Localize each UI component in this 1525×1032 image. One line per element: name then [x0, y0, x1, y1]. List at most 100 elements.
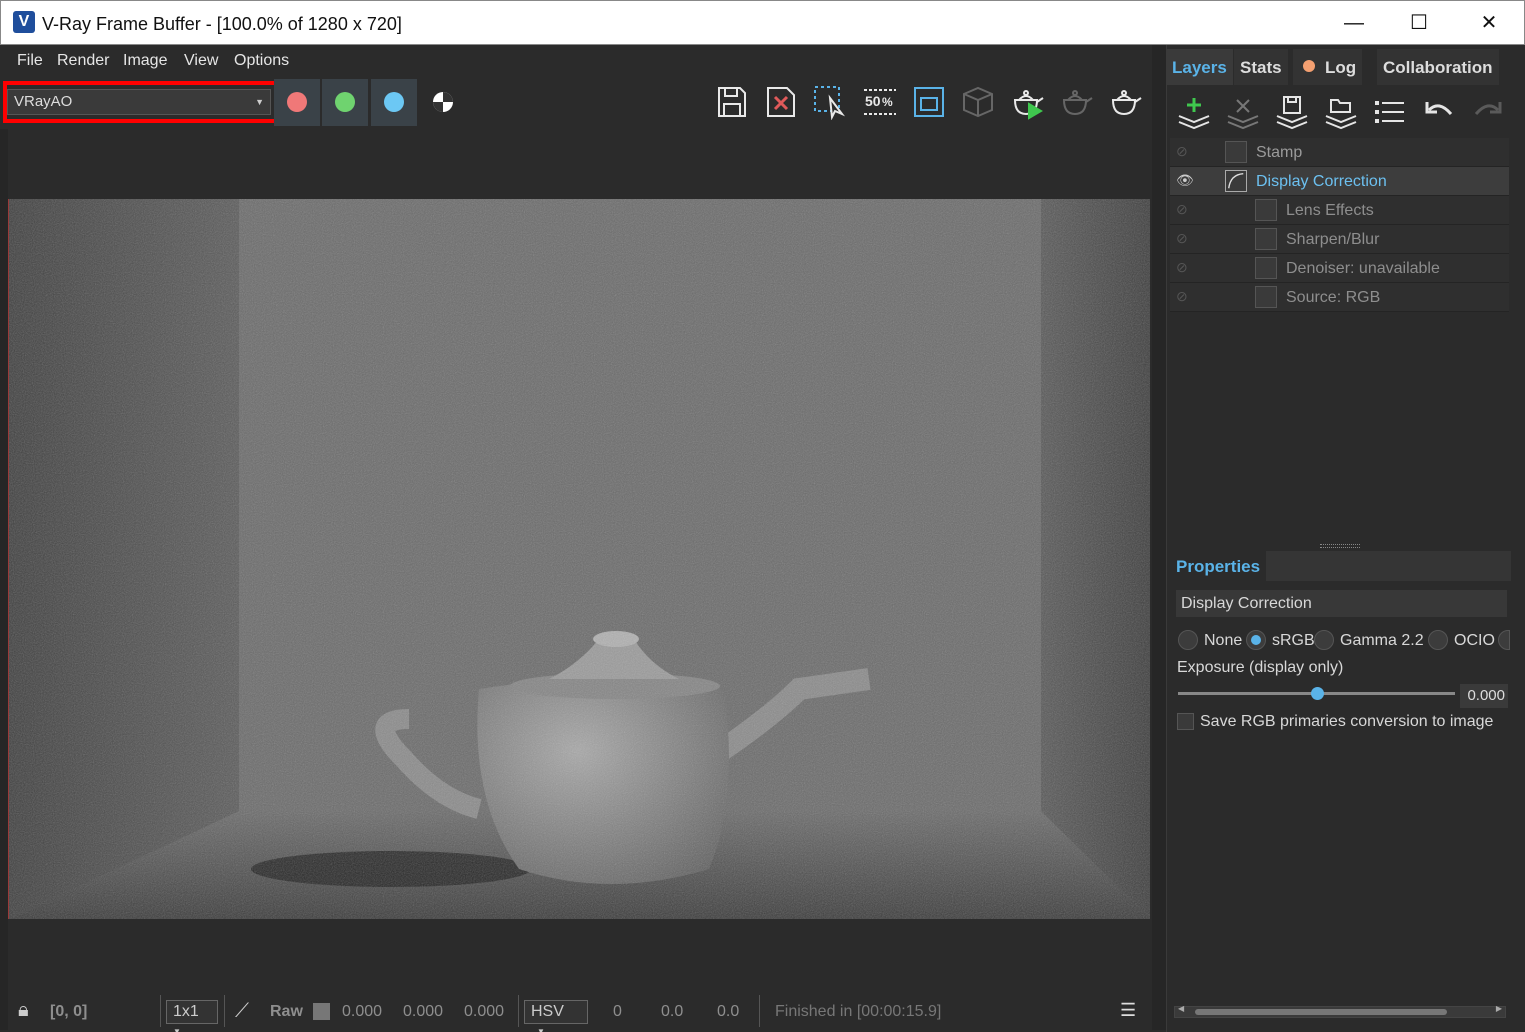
lock-icon[interactable]: 🔒︎: [18, 999, 29, 1022]
log-status-icon: [1303, 60, 1315, 72]
scroll-left-icon[interactable]: ◀: [1178, 1004, 1184, 1013]
resize-grip[interactable]: [1320, 544, 1360, 548]
sample-size-dropdown[interactable]: 1x1 ▼: [166, 1000, 218, 1032]
status-separator: [759, 995, 760, 1027]
render-icon: [1111, 90, 1142, 116]
render-channel-dropdown[interactable]: VRayAO ▼: [7, 89, 271, 115]
color-mode-dropdown[interactable]: HSV ▼: [524, 1000, 588, 1032]
eye-icon[interactable]: 👁︎: [1176, 172, 1196, 190]
status-separator: [518, 995, 519, 1027]
tab-layers[interactable]: Layers: [1166, 49, 1233, 85]
undo-icon: [1425, 102, 1453, 116]
render-interactive-button[interactable]: [1009, 84, 1045, 120]
layer-list-button[interactable]: [1372, 94, 1408, 130]
color-swatch: [313, 1003, 330, 1020]
zoom-50-button[interactable]: 50%: [862, 84, 898, 120]
hidden-eye-icon[interactable]: ⊘: [1176, 201, 1196, 219]
hidden-eye-icon[interactable]: ⊘: [1176, 230, 1196, 248]
fit-view-button[interactable]: [911, 84, 947, 120]
panel-splitter[interactable]: [1152, 45, 1166, 1030]
radio-srgb[interactable]: [1246, 630, 1266, 650]
redo-icon: [1474, 102, 1502, 116]
green-channel-button[interactable]: [322, 79, 368, 126]
red-dot-icon: [287, 92, 307, 112]
delete-layer-button[interactable]: [1225, 94, 1261, 130]
menu-file[interactable]: File: [17, 52, 43, 70]
layer-label: Lens Effects: [1286, 202, 1374, 219]
save-image-button[interactable]: [714, 84, 750, 120]
scrollbar-thumb[interactable]: [1195, 1009, 1447, 1015]
tab-stats[interactable]: Stats: [1234, 49, 1288, 85]
exposure-slider-handle[interactable]: [1310, 687, 1324, 700]
redo-button[interactable]: [1470, 94, 1506, 130]
blue-channel-button[interactable]: [371, 79, 417, 126]
mono-mode-button[interactable]: [425, 86, 461, 122]
vfb-window: V V-Ray Frame Buffer - [100.0% of 1280 x…: [0, 0, 1525, 1032]
menu-view[interactable]: View: [184, 52, 218, 70]
status-separator: [160, 995, 161, 1027]
raw-label: Raw: [270, 1003, 303, 1020]
chevron-down-icon: ▼: [537, 1027, 545, 1032]
layer-label: Display Correction: [1256, 173, 1387, 190]
vray-logo-icon: V: [13, 11, 35, 33]
layer-row[interactable]: ⊘ Stamp: [1170, 138, 1509, 167]
stop-render-button[interactable]: [1058, 84, 1094, 120]
minimize-button[interactable]: —: [1339, 9, 1369, 37]
horizontal-scrollbar[interactable]: ◀ ▶: [1174, 1004, 1506, 1018]
hidden-eye-icon[interactable]: ⊘: [1176, 259, 1196, 277]
region-render-button[interactable]: [812, 84, 848, 121]
status-bar: 🔒︎ [0, 0] 1x1 ▼ ⟋ Raw 0.000 0.000 0.000 …: [8, 990, 1152, 1032]
value-value: 0.0: [717, 1003, 740, 1020]
menu-image[interactable]: Image: [123, 52, 167, 70]
render-viewport[interactable]: [8, 199, 1150, 919]
green-value: 0.000: [403, 1003, 444, 1020]
status-separator: [224, 995, 225, 1027]
curve-icon[interactable]: ⟋: [235, 1000, 249, 1023]
layer-label: Sharpen/Blur: [1286, 231, 1380, 248]
rendered-image: [9, 199, 1150, 919]
sharpen-icon: [1255, 228, 1277, 250]
load-layers-button[interactable]: [1323, 94, 1359, 130]
layer-row[interactable]: ⊘ Sharpen/Blur: [1170, 225, 1509, 254]
add-layer-button[interactable]: [1176, 94, 1212, 130]
exposure-value-field[interactable]: 0.000: [1460, 684, 1508, 708]
layer-row[interactable]: ⊘ Denoiser: unavailable: [1170, 254, 1509, 283]
close-button[interactable]: ✕: [1474, 9, 1504, 37]
red-channel-button[interactable]: [274, 79, 320, 126]
menu-options[interactable]: Options: [234, 52, 289, 70]
layer-row[interactable]: ⊘ Lens Effects: [1170, 196, 1509, 225]
layer-label: Source: RGB: [1286, 289, 1381, 306]
save-rgb-checkbox[interactable]: [1177, 713, 1194, 730]
maximize-button[interactable]: ☐: [1404, 9, 1434, 37]
radio-gamma[interactable]: [1314, 630, 1334, 650]
stop-render-icon: [1062, 90, 1093, 116]
hue-value: 0: [613, 1003, 622, 1020]
hidden-eye-icon[interactable]: ⊘: [1176, 143, 1196, 161]
scroll-right-icon[interactable]: ▶: [1496, 1004, 1502, 1013]
radio-none[interactable]: [1178, 630, 1198, 650]
left-edge: [0, 45, 8, 1030]
tab-collaboration[interactable]: Collaboration: [1377, 49, 1499, 85]
undo-button[interactable]: [1421, 94, 1457, 130]
log-panel-icon[interactable]: ☰: [1120, 1000, 1136, 1021]
layer-row-selected[interactable]: 👁︎ Display Correction: [1170, 167, 1509, 196]
layer-label: Stamp: [1256, 144, 1303, 161]
title-bar: V V-Ray Frame Buffer - [100.0% of 1280 x…: [0, 0, 1525, 45]
region-render-icon: [814, 86, 846, 121]
track-mouse-button[interactable]: [960, 84, 996, 120]
menu-render[interactable]: Render: [57, 52, 109, 70]
saturation-value: 0.0: [661, 1003, 684, 1020]
tab-log[interactable]: Log: [1293, 49, 1363, 85]
hidden-eye-icon[interactable]: ⊘: [1176, 288, 1196, 306]
tab-log-label: Log: [1325, 58, 1357, 77]
clear-image-button[interactable]: [763, 84, 799, 120]
radio-ocio[interactable]: [1428, 630, 1448, 650]
save-layers-button[interactable]: [1274, 94, 1310, 130]
blue-dot-icon: [384, 92, 404, 112]
save-icon: [718, 87, 746, 117]
50-percent-icon: 50%: [864, 89, 896, 115]
add-layer-icon: [1178, 98, 1210, 130]
render-button[interactable]: [1107, 84, 1143, 120]
properties-section-title: Display Correction: [1176, 590, 1507, 617]
layer-row[interactable]: ⊘ Source: RGB: [1170, 283, 1509, 312]
